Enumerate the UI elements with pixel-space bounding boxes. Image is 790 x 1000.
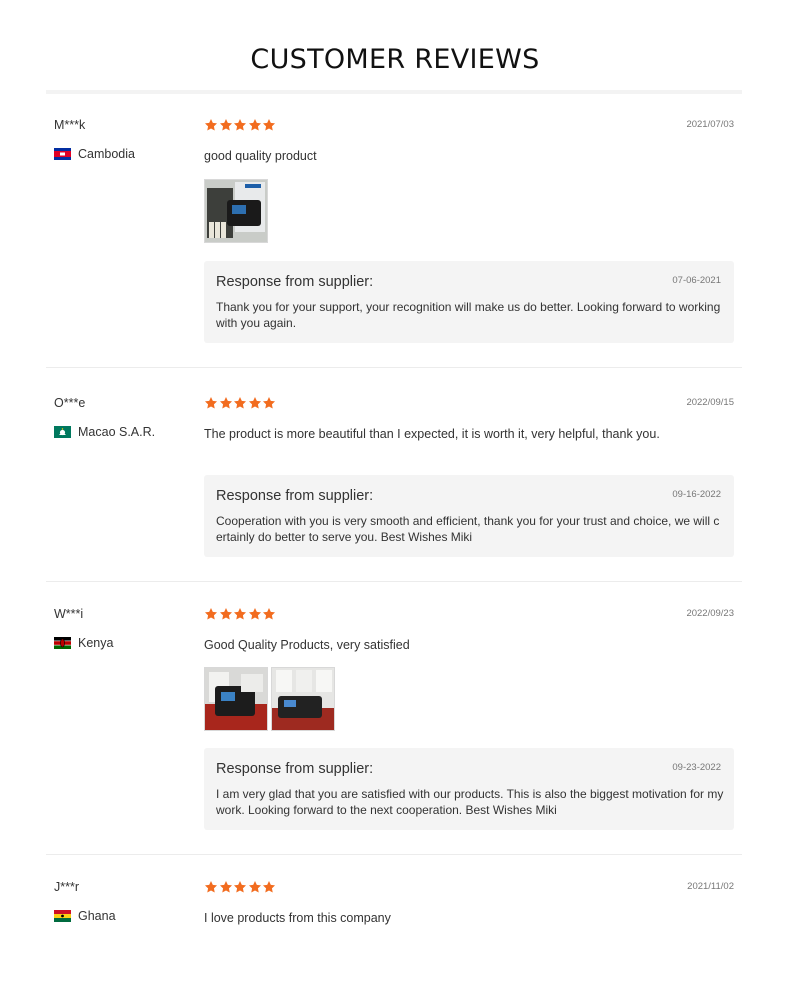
title-divider	[46, 90, 742, 94]
review-item: O***e Macao S.A.R. 2022/09/15 The produc…	[46, 395, 742, 565]
star-icon	[204, 880, 218, 894]
supplier-response: Response from supplier: 09-23-2022 I am …	[204, 748, 734, 830]
star-icon	[219, 118, 233, 132]
country-name: Macao S.A.R.	[78, 425, 156, 439]
reviewer-name: O***e	[54, 396, 86, 410]
response-title: Response from supplier:	[216, 488, 374, 504]
star-icon	[233, 396, 247, 410]
star-icon	[262, 396, 276, 410]
reviewer-country: Cambodia	[54, 146, 135, 162]
star-rating	[204, 396, 277, 412]
star-icon	[233, 880, 247, 894]
star-icon	[204, 118, 218, 132]
star-icon	[262, 607, 276, 621]
response-text: I am very glad that you are satisfied wi…	[216, 787, 724, 817]
review-comment: The product is more beautiful than I exp…	[204, 427, 660, 441]
star-icon	[219, 607, 233, 621]
ghana-flag-icon	[54, 910, 71, 922]
supplier-response: Response from supplier: 07-06-2021 Thank…	[204, 261, 734, 343]
review-date: 2022/09/15	[686, 397, 734, 408]
review-photo-thumbnail[interactable]	[204, 667, 268, 731]
reviewer-name: J***r	[54, 880, 80, 894]
cambodia-flag-icon	[54, 148, 71, 160]
star-icon	[219, 396, 233, 410]
review-photo-thumbnail[interactable]	[204, 179, 268, 243]
review-photo-thumbnail[interactable]	[271, 667, 335, 731]
country-name: Ghana	[78, 909, 116, 923]
star-icon	[248, 880, 262, 894]
review-divider	[46, 367, 742, 368]
macao-flag-icon	[54, 426, 71, 438]
reviewer-name: W***i	[54, 607, 84, 621]
review-date: 2021/11/02	[687, 881, 734, 892]
star-icon	[248, 607, 262, 621]
reviewer-country: Macao S.A.R.	[54, 424, 155, 440]
reviewer-country: Ghana	[54, 908, 116, 924]
star-icon	[248, 118, 262, 132]
response-date: 07-06-2021	[672, 275, 721, 286]
star-icon	[219, 880, 233, 894]
star-icon	[248, 396, 262, 410]
review-photos	[204, 179, 271, 243]
country-name: Cambodia	[78, 147, 135, 161]
review-item: W***i Kenya 2022/09/23 Good Quality Prod…	[46, 606, 742, 836]
reviewer-name: M***k	[54, 118, 86, 132]
review-comment: Good Quality Products, very satisfied	[204, 638, 410, 652]
response-text: Cooperation with you is very smooth and …	[216, 514, 720, 544]
star-icon	[204, 607, 218, 621]
page-title: CUSTOMER REVIEWS	[250, 44, 540, 75]
star-icon	[262, 118, 276, 132]
review-photos	[204, 667, 338, 731]
review-date: 2021/07/03	[686, 119, 734, 130]
kenya-flag-icon	[54, 637, 71, 649]
review-divider	[46, 854, 742, 855]
review-date: 2022/09/23	[686, 608, 734, 619]
star-icon	[233, 118, 247, 132]
star-icon	[262, 880, 276, 894]
star-rating	[204, 118, 277, 134]
response-date: 09-23-2022	[672, 762, 721, 773]
review-item: M***k Cambodia 2021/07/03 good quality p…	[46, 117, 742, 347]
review-comment: I love products from this company	[204, 911, 391, 925]
star-icon	[204, 396, 218, 410]
response-title: Response from supplier:	[216, 274, 374, 290]
review-item: J***r Ghana 2021/11/02 I love products f…	[46, 879, 742, 939]
review-comment: good quality product	[204, 149, 317, 163]
response-text: Thank you for your support, your recogni…	[216, 300, 721, 330]
response-title: Response from supplier:	[216, 761, 374, 777]
supplier-response: Response from supplier: 09-16-2022 Coope…	[204, 475, 734, 557]
star-rating	[204, 880, 277, 896]
star-rating	[204, 607, 277, 623]
star-icon	[233, 607, 247, 621]
country-name: Kenya	[78, 636, 114, 650]
response-date: 09-16-2022	[672, 489, 721, 500]
review-divider	[46, 581, 742, 582]
reviewer-country: Kenya	[54, 635, 113, 651]
